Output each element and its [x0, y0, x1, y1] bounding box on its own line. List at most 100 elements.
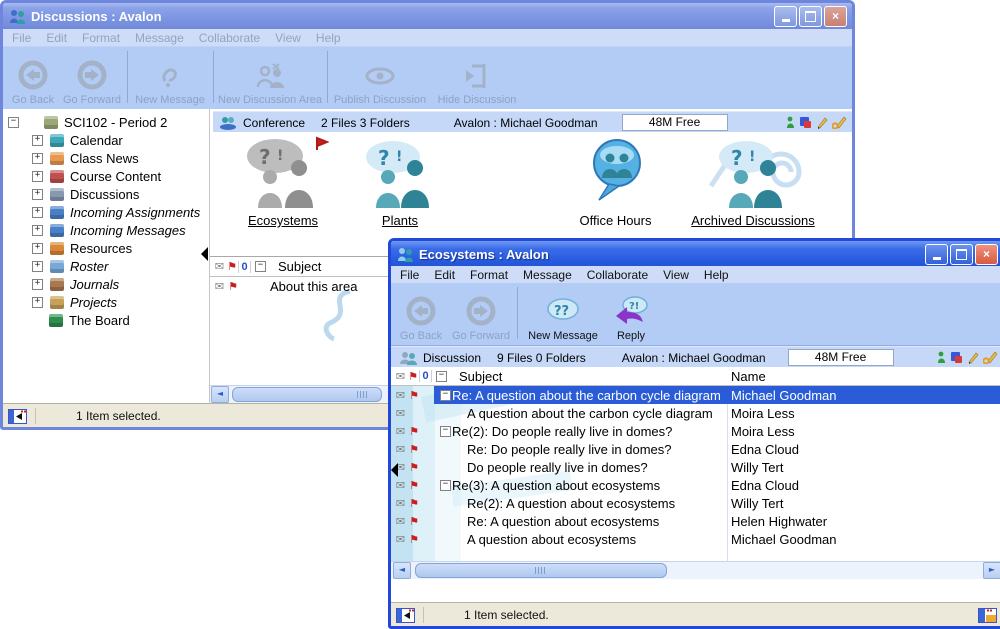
- scroll-left-button[interactable]: ◄: [393, 562, 411, 579]
- horizontal-scrollbar[interactable]: ◄ ►: [391, 561, 1000, 579]
- message-row[interactable]: ✉ ⚑ − Re(2): Do people really live in do…: [391, 422, 1000, 440]
- expand-icon[interactable]: +: [32, 225, 43, 236]
- expand-icon[interactable]: +: [32, 171, 43, 182]
- expand-icon[interactable]: +: [32, 189, 43, 200]
- titlebar[interactable]: Ecosystems : Avalon ×: [391, 241, 1000, 267]
- menu-edit[interactable]: Edit: [434, 268, 455, 282]
- item-label[interactable]: Plants: [350, 213, 450, 228]
- maximize-button[interactable]: [799, 6, 822, 27]
- collapse-icon[interactable]: −: [8, 117, 19, 128]
- new-message-button[interactable]: New Message: [131, 51, 209, 107]
- tree-item-course-content[interactable]: + Course Content: [32, 167, 161, 185]
- tree-item-class-news[interactable]: + Class News: [32, 149, 139, 167]
- close-button[interactable]: ×: [975, 244, 998, 265]
- new-discussion-area-button[interactable]: New Discussion Area: [217, 51, 323, 107]
- menu-help[interactable]: Help: [704, 268, 729, 282]
- expand-icon[interactable]: +: [32, 207, 43, 218]
- menu-view[interactable]: View: [663, 268, 689, 282]
- list-header[interactable]: ✉ ⚑ 0 − Subject Name: [391, 367, 1000, 386]
- expand-icon[interactable]: +: [32, 135, 43, 146]
- menu-collaborate[interactable]: Collaborate: [199, 31, 260, 45]
- tree-root-sci102[interactable]: − SCI102 - Period 2: [8, 113, 167, 131]
- window-title: Discussions : Avalon: [31, 9, 162, 24]
- menu-file[interactable]: File: [400, 268, 419, 282]
- tree-item-resources[interactable]: + Resources: [32, 239, 132, 257]
- tree-item-incoming-assignments[interactable]: + Incoming Assignments: [32, 203, 200, 221]
- tree-item-discussions[interactable]: + Discussions: [32, 185, 139, 203]
- scroll-right-button[interactable]: ►: [983, 562, 1000, 579]
- item-label[interactable]: Ecosystems: [228, 213, 338, 228]
- go-back-button[interactable]: Go Back: [7, 51, 59, 107]
- message-row[interactable]: ✉ ⚑ Re(2): A question about ecosystems W…: [391, 494, 1000, 512]
- view-mode-icon[interactable]: [978, 607, 997, 623]
- collapse-thread-icon[interactable]: −: [440, 390, 451, 401]
- tree-item-incoming-messages[interactable]: + Incoming Messages: [32, 221, 186, 239]
- tree-item-projects[interactable]: + Projects: [32, 293, 117, 311]
- collapse-all-icon[interactable]: −: [255, 261, 266, 272]
- tree-item-roster[interactable]: + Roster: [32, 257, 108, 275]
- message-row[interactable]: ✉ ⚑ A question about ecosystems Michael …: [391, 530, 1000, 548]
- scrollbar-thumb[interactable]: [415, 563, 667, 578]
- menu-message[interactable]: Message: [135, 31, 184, 45]
- menu-collaborate[interactable]: Collaborate: [587, 268, 648, 282]
- message-row[interactable]: ✉ ⚑ Do people really live in domes? Will…: [391, 458, 1000, 476]
- menu-view[interactable]: View: [275, 31, 301, 45]
- subject-column-header[interactable]: Subject: [459, 369, 502, 384]
- menu-edit[interactable]: Edit: [46, 31, 67, 45]
- subject-cell: Re: Do people really live in domes?: [467, 442, 672, 457]
- message-row[interactable]: ✉ ⚑ − Re(3): A question about ecosystems…: [391, 476, 1000, 494]
- expand-icon[interactable]: +: [32, 153, 43, 164]
- speech-bubble-people-icon: [579, 136, 653, 210]
- minimize-button[interactable]: [774, 6, 797, 27]
- envelope-icon: ✉: [394, 370, 407, 383]
- titlebar[interactable]: Discussions : Avalon ×: [3, 3, 852, 29]
- go-forward-button[interactable]: Go Forward: [61, 51, 123, 107]
- tree-item-journals[interactable]: + Journals: [32, 275, 119, 293]
- subject-column-header[interactable]: Subject: [278, 259, 321, 274]
- panel-toggle-icon[interactable]: [8, 408, 27, 424]
- item-ecosystems[interactable]: ? ! Ecosystems: [228, 134, 338, 228]
- hide-discussion-button[interactable]: Hide Discussion: [431, 51, 523, 107]
- expand-icon[interactable]: +: [32, 243, 43, 254]
- pane-splitter-arrow[interactable]: [391, 463, 398, 477]
- menu-format[interactable]: Format: [470, 268, 508, 282]
- message-row[interactable]: ✉ A question about the carbon cycle diag…: [391, 404, 1000, 422]
- expand-icon[interactable]: +: [32, 261, 43, 272]
- publish-discussion-button[interactable]: Publish Discussion: [331, 51, 429, 107]
- expand-icon[interactable]: +: [32, 297, 43, 308]
- scroll-left-button[interactable]: ◄: [211, 386, 229, 403]
- reply-button[interactable]: ?! Reply: [607, 287, 655, 343]
- collapse-thread-icon[interactable]: −: [440, 480, 451, 491]
- menu-format[interactable]: Format: [82, 31, 120, 45]
- new-message-button[interactable]: ?? New Message: [521, 287, 605, 343]
- item-plants[interactable]: ? ! Plants: [350, 136, 450, 228]
- scrollbar-thumb[interactable]: [232, 387, 382, 402]
- name-cell: Willy Tert: [731, 496, 783, 511]
- go-forward-button[interactable]: Go Forward: [449, 287, 513, 343]
- item-label[interactable]: Office Hours: [558, 213, 673, 228]
- menu-message[interactable]: Message: [523, 268, 572, 282]
- message-row[interactable]: ✉ ⚑ Re: A question about ecosystems Hele…: [391, 512, 1000, 530]
- expand-icon[interactable]: +: [32, 279, 43, 290]
- status-bar: 1 Item selected.: [391, 602, 1000, 626]
- panel-toggle-icon[interactable]: [396, 607, 415, 623]
- collapse-thread-icon[interactable]: −: [440, 426, 451, 437]
- tree-item-calendar[interactable]: + Calendar: [32, 131, 123, 149]
- pane-splitter-arrow[interactable]: [201, 247, 208, 261]
- name-column-header[interactable]: Name: [731, 369, 766, 384]
- item-label[interactable]: Archived Discussions: [678, 213, 828, 228]
- message-row[interactable]: ✉ ⚑ − Re: A question about the carbon cy…: [391, 386, 1000, 404]
- decorative-squiggle: [320, 287, 360, 347]
- collapse-all-icon[interactable]: −: [436, 371, 447, 382]
- item-office-hours[interactable]: Office Hours: [558, 136, 673, 228]
- item-archived-discussions[interactable]: ? ! Archived Discussions: [678, 136, 828, 228]
- close-button[interactable]: ×: [824, 6, 847, 27]
- menu-help[interactable]: Help: [316, 31, 341, 45]
- message-row[interactable]: ✉ ⚑ Re: Do people really live in domes? …: [391, 440, 1000, 458]
- minimize-button[interactable]: [925, 244, 948, 265]
- tree-item-the-board[interactable]: The Board: [49, 311, 130, 329]
- envelope-icon: ✉: [213, 280, 226, 293]
- maximize-button[interactable]: [950, 244, 973, 265]
- go-back-button[interactable]: Go Back: [395, 287, 447, 343]
- menu-file[interactable]: File: [12, 31, 31, 45]
